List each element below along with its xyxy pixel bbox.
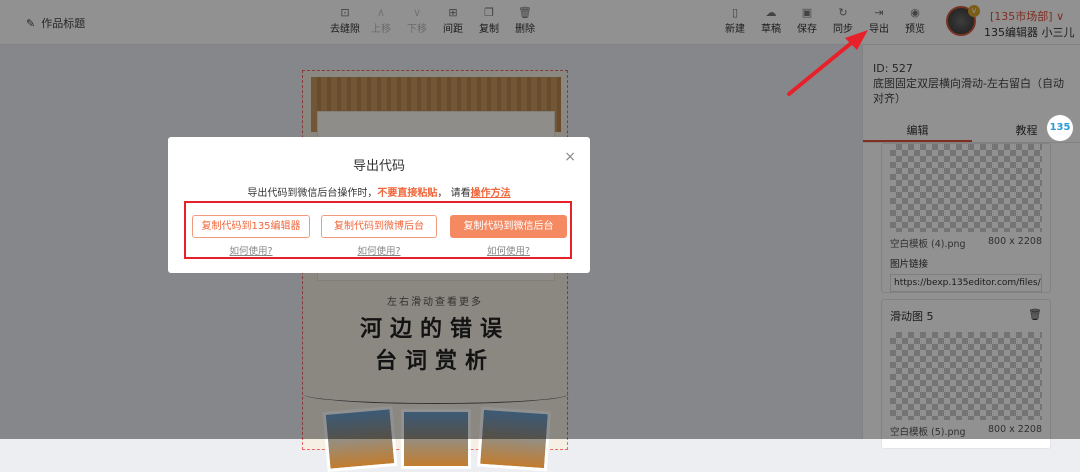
annotation-arrow: [787, 30, 868, 96]
